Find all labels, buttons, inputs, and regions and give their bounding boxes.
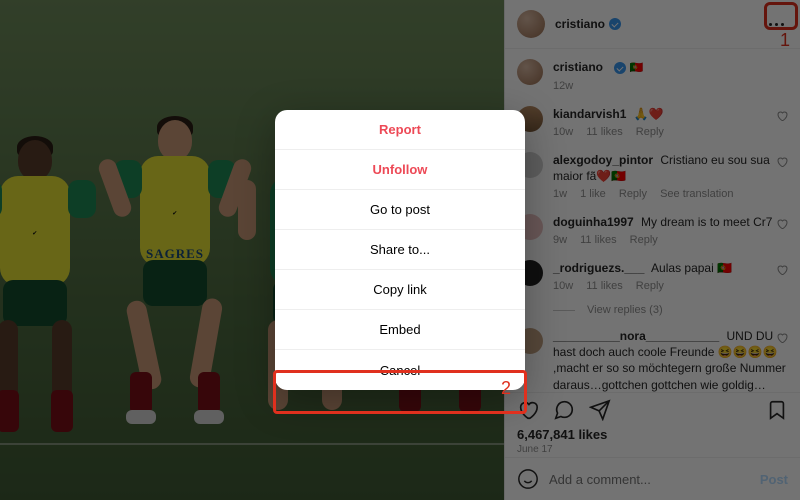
menu-unfollow[interactable]: Unfollow — [275, 150, 525, 190]
menu-report[interactable]: Report — [275, 110, 525, 150]
menu-cancel[interactable]: Cancel — [275, 350, 525, 390]
options-modal: Report Unfollow Go to post Share to... C… — [275, 110, 525, 390]
menu-go-to-post[interactable]: Go to post — [275, 190, 525, 230]
menu-copy-link[interactable]: Copy link — [275, 270, 525, 310]
menu-embed[interactable]: Embed — [275, 310, 525, 350]
app-root: ✔ ✔SAGRES — [0, 0, 800, 500]
menu-share-to[interactable]: Share to... — [275, 230, 525, 270]
